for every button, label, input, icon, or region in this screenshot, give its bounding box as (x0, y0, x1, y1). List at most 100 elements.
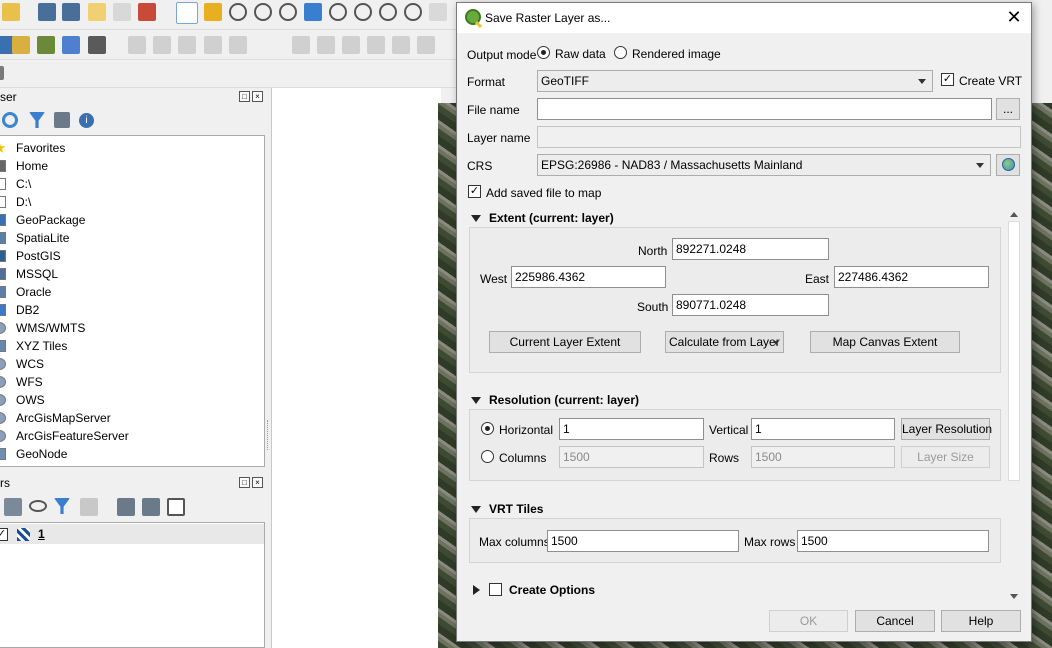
redo-icon[interactable] (417, 36, 435, 54)
expand-all-icon[interactable] (117, 498, 135, 516)
zoom-selection-icon[interactable] (329, 3, 347, 21)
zoom-layer-icon[interactable] (354, 3, 372, 21)
edit-pencil-icon[interactable] (62, 36, 80, 54)
add-saved-file-checkbox[interactable]: ✓ (468, 185, 481, 198)
zoom-native-icon[interactable] (279, 3, 297, 21)
rows-input[interactable]: 1500 (751, 446, 895, 468)
add-saved-file-label[interactable]: Add saved file to map (486, 186, 601, 200)
options-scrollbar[interactable] (1007, 207, 1021, 603)
save-edits-icon[interactable] (178, 36, 196, 54)
browse-button[interactable]: ... (996, 98, 1020, 120)
digitize-icon[interactable] (37, 36, 55, 54)
raw-data-label[interactable]: Raw data (555, 47, 606, 61)
layer-row[interactable]: ✓ 1 (0, 524, 264, 544)
close-panel-icon[interactable]: × (252, 477, 263, 488)
max-rows-input[interactable]: 1500 (797, 530, 989, 552)
new-layout-icon[interactable] (88, 3, 106, 21)
open-folder-icon[interactable] (2, 3, 20, 21)
current-layer-extent-button[interactable]: Current Layer Extent (489, 331, 641, 353)
filter-icon[interactable] (54, 498, 70, 514)
format-select[interactable]: GeoTIFF (537, 70, 933, 92)
collapse-all-icon[interactable] (142, 498, 160, 516)
create-options-title[interactable]: Create Options (509, 583, 595, 597)
north-input[interactable]: 892271.0248 (672, 238, 829, 260)
scrollbar-thumb[interactable] (1008, 221, 1020, 481)
toggle-editing-icon[interactable] (88, 36, 106, 54)
splitter-handle[interactable] (267, 420, 270, 450)
layer-resolution-button[interactable]: Layer Resolution (901, 418, 992, 440)
file-name-input[interactable] (537, 98, 992, 120)
collapse-all-icon[interactable] (54, 112, 70, 128)
zoom-full-icon[interactable] (304, 3, 322, 21)
rendered-image-label[interactable]: Rendered image (632, 47, 721, 61)
collapse-vrt-tiles-icon[interactable] (471, 506, 481, 513)
zoom-next-icon[interactable] (404, 3, 422, 21)
horizontal-label[interactable]: Horizontal (499, 423, 553, 437)
paste-icon[interactable] (367, 36, 385, 54)
crs-select[interactable]: EPSG:26986 - NAD83 / Massachusetts Mainl… (537, 154, 991, 176)
horizontal-input[interactable]: 1 (559, 418, 704, 440)
pan-hand-icon[interactable] (176, 2, 198, 24)
vrt-tiles-group-title[interactable]: VRT Tiles (489, 502, 543, 516)
pan-to-selection-icon[interactable] (204, 3, 222, 21)
create-vrt-checkbox[interactable]: ✓ (941, 73, 954, 86)
south-input[interactable]: 890771.0248 (672, 294, 829, 316)
copy-icon[interactable] (342, 36, 360, 54)
collapse-resolution-icon[interactable] (471, 397, 481, 404)
layer-visibility-checkbox[interactable]: ✓ (0, 528, 8, 541)
zoom-last-icon[interactable] (379, 3, 397, 21)
west-input[interactable]: 225986.4362 (511, 266, 666, 288)
horizontal-radio[interactable] (481, 422, 494, 435)
create-options-checkbox[interactable] (489, 583, 502, 596)
style-manager-icon[interactable] (138, 3, 156, 21)
columns-radio[interactable] (481, 450, 494, 463)
create-vrt-label[interactable]: Create VRT (959, 74, 1022, 88)
layer-size-button[interactable]: Layer Size (901, 446, 990, 468)
edit-disabled-icon[interactable] (128, 36, 146, 54)
max-columns-input[interactable]: 1500 (547, 530, 739, 552)
remove-layer-icon[interactable] (167, 498, 185, 516)
scroll-down-icon[interactable] (1010, 594, 1018, 599)
vertex-tool-icon[interactable] (229, 36, 247, 54)
help-button[interactable]: Help (941, 610, 1021, 632)
eye-icon[interactable] (29, 500, 47, 512)
crs-selector-button[interactable] (996, 154, 1020, 176)
vertical-input[interactable]: 1 (751, 418, 895, 440)
raw-data-radio[interactable] (537, 46, 550, 59)
style-panel-icon[interactable] (4, 498, 22, 516)
delete-icon[interactable] (292, 36, 310, 54)
layout-manager-icon[interactable] (113, 3, 131, 21)
cancel-button[interactable]: Cancel (855, 610, 935, 632)
cut-icon[interactable] (317, 36, 335, 54)
ok-button[interactable]: OK (769, 610, 848, 632)
resolution-group-title[interactable]: Resolution (current: layer) (489, 393, 639, 407)
save-icon[interactable] (38, 3, 56, 21)
close-icon[interactable]: ✕ (1005, 8, 1023, 26)
add-vector-icon[interactable] (12, 36, 30, 54)
map-canvas-blank[interactable] (271, 88, 441, 648)
zoom-out-icon[interactable] (254, 3, 272, 21)
layer-name[interactable]: 1 (38, 527, 45, 541)
extent-group-title[interactable]: Extent (current: layer) (489, 211, 614, 225)
close-panel-icon[interactable]: × (252, 91, 263, 102)
rendered-image-radio[interactable] (614, 46, 627, 59)
filter-expression-icon[interactable] (80, 498, 98, 516)
new-bookmark-icon[interactable] (429, 3, 447, 21)
info-icon[interactable]: i (79, 113, 94, 128)
columns-label[interactable]: Columns (499, 451, 546, 465)
refresh-icon[interactable] (2, 112, 18, 128)
zoom-in-icon[interactable] (229, 3, 247, 21)
columns-input[interactable]: 1500 (559, 446, 704, 468)
calculate-from-layer-button[interactable]: Calculate from Layer (665, 331, 784, 353)
add-feature-icon[interactable] (204, 36, 222, 54)
dialog-titlebar[interactable]: Save Raster Layer as... ✕ (457, 3, 1031, 33)
float-panel-icon[interactable]: □ (239, 477, 250, 488)
scroll-up-icon[interactable] (1010, 212, 1018, 217)
east-input[interactable]: 227486.4362 (834, 266, 989, 288)
map-canvas-extent-button[interactable]: Map Canvas Extent (810, 331, 960, 353)
filter-icon[interactable] (29, 112, 45, 128)
undo-icon[interactable] (392, 36, 410, 54)
collapse-extent-icon[interactable] (471, 215, 481, 222)
layer-name-input[interactable] (537, 126, 1021, 148)
expand-create-options-icon[interactable] (473, 585, 480, 595)
